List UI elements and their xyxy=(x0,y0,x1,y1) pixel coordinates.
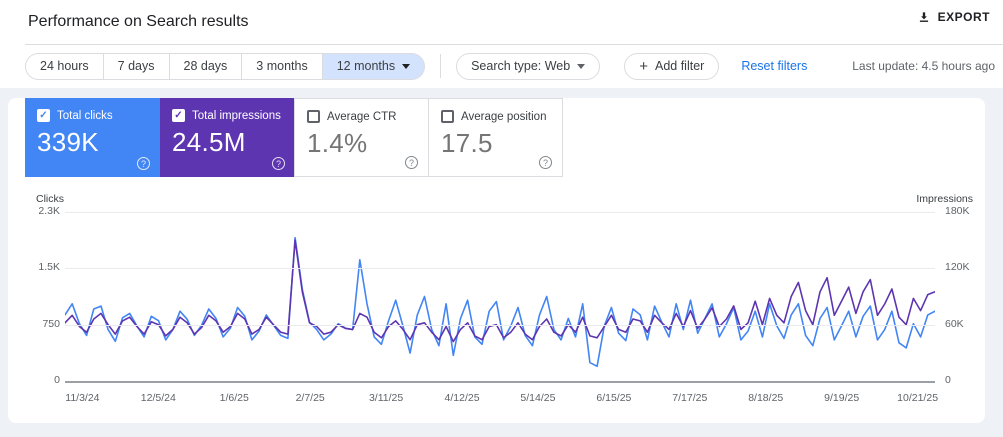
right-axis-tick: 180K xyxy=(945,205,970,217)
gridline xyxy=(65,212,935,213)
left-axis-tick: 0 xyxy=(54,374,60,386)
metric-value: 339K xyxy=(37,127,99,157)
gridline xyxy=(65,325,935,326)
date-range-label: 24 hours xyxy=(40,59,89,73)
metric-tile-total-impressions[interactable]: Total impressions 24.5M ? xyxy=(160,98,295,177)
right-axis-title: Impressions xyxy=(916,193,973,205)
help-icon[interactable]: ? xyxy=(137,157,150,170)
x-axis-label: 6/15/25 xyxy=(596,392,632,404)
date-range-option-28-days[interactable]: 28 days xyxy=(168,52,243,80)
help-icon[interactable]: ? xyxy=(539,156,552,169)
x-axis-label: 2/7/25 xyxy=(295,392,325,404)
checkbox-unchecked-icon[interactable] xyxy=(307,110,320,123)
metric-value: 24.5M xyxy=(172,127,246,157)
metric-label: Average position xyxy=(461,110,547,123)
filter-divider xyxy=(440,54,442,78)
filter-bar: 24 hours 7 days 28 days 3 months 12 months S… xyxy=(25,52,995,80)
gridline xyxy=(65,268,935,269)
download-icon xyxy=(919,12,928,22)
reset-filters-link[interactable]: Reset filters xyxy=(741,59,807,73)
right-axis-tick: 120K xyxy=(945,261,970,273)
x-axis-label: 12/5/24 xyxy=(140,392,176,404)
chevron-down-icon xyxy=(577,63,586,69)
x-axis-label: 11/3/24 xyxy=(65,392,100,404)
metric-value: 17.5 xyxy=(441,128,493,158)
left-axis-title: Clicks xyxy=(36,193,64,205)
x-axis-label: 10/21/25 xyxy=(897,392,939,404)
chevron-down-icon xyxy=(402,63,411,69)
date-range-label: 3 months xyxy=(256,59,308,73)
date-range-option-12-months[interactable]: 12 months xyxy=(321,52,426,80)
x-axis-label: 4/12/25 xyxy=(444,392,480,404)
x-axis-label: 1/6/25 xyxy=(219,392,249,404)
header-divider xyxy=(25,44,1003,45)
search-type-label: Search type: Web xyxy=(471,59,571,73)
x-axis-label: 5/14/25 xyxy=(520,392,556,404)
metric-label: Total impressions xyxy=(192,109,281,122)
right-axis-tick: 0 xyxy=(945,374,951,386)
performance-page: Performance on Search results EXPORT 24 … xyxy=(0,0,1003,437)
clicks-impressions-chart[interactable] xyxy=(65,212,935,381)
date-range-label: 28 days xyxy=(183,59,228,73)
date-range-option-7-days[interactable]: 7 days xyxy=(102,52,170,80)
last-update-text: Last update: 4.5 hours ago xyxy=(852,59,995,73)
date-range-group: 24 hours 7 days 28 days 3 months 12 months xyxy=(25,52,426,80)
left-axis-tick: 2.3K xyxy=(38,205,60,217)
metric-tile-average-ctr[interactable]: Average CTR 1.4% ? xyxy=(294,98,429,177)
metric-tile-total-clicks[interactable]: Total clicks 339K ? xyxy=(25,98,160,177)
left-axis-tick: 750 xyxy=(42,318,60,330)
date-range-label: 12 months xyxy=(336,59,396,73)
x-axis-label: 7/17/25 xyxy=(672,392,708,404)
metric-tiles: Total clicks 339K ? Total impressions 24… xyxy=(25,98,563,177)
export-button[interactable]: EXPORT xyxy=(917,10,990,24)
checkbox-unchecked-icon[interactable] xyxy=(441,110,454,123)
search-type-button[interactable]: Search type: Web xyxy=(456,52,601,80)
x-axis-label: 9/19/25 xyxy=(824,392,860,404)
metric-label: Average CTR xyxy=(327,110,397,123)
help-icon[interactable]: ? xyxy=(272,157,285,170)
x-axis-label: 3/11/25 xyxy=(368,392,404,404)
x-axis-line xyxy=(65,381,935,383)
series-line-total-clicks xyxy=(65,236,935,368)
plus-icon: + xyxy=(639,57,648,75)
date-range-label: 7 days xyxy=(117,59,155,73)
checkbox-checked-icon[interactable] xyxy=(172,109,185,122)
page-title: Performance on Search results xyxy=(28,13,249,30)
add-filter-label: Add filter xyxy=(654,59,705,73)
add-filter-button[interactable]: + Add filter xyxy=(624,52,720,80)
right-axis-tick: 60K xyxy=(945,318,964,330)
performance-card: Total clicks 339K ? Total impressions 24… xyxy=(8,98,985,423)
metric-label: Total clicks xyxy=(57,109,113,122)
date-range-option-3-months[interactable]: 3 months xyxy=(241,52,323,80)
left-axis-tick: 1.5K xyxy=(38,261,60,273)
export-label: EXPORT xyxy=(937,10,990,24)
series-line-total-impressions xyxy=(65,239,935,343)
metric-tile-average-position[interactable]: Average position 17.5 ? xyxy=(428,98,563,177)
help-icon[interactable]: ? xyxy=(405,156,418,169)
checkbox-checked-icon[interactable] xyxy=(37,109,50,122)
x-axis-label: 8/18/25 xyxy=(748,392,784,404)
metric-value: 1.4% xyxy=(307,128,368,158)
x-axis-labels: 11/3/24 12/5/24 1/6/25 2/7/25 3/11/25 4/12/25… xyxy=(65,392,939,406)
date-range-option-24-hours[interactable]: 24 hours xyxy=(25,52,104,80)
